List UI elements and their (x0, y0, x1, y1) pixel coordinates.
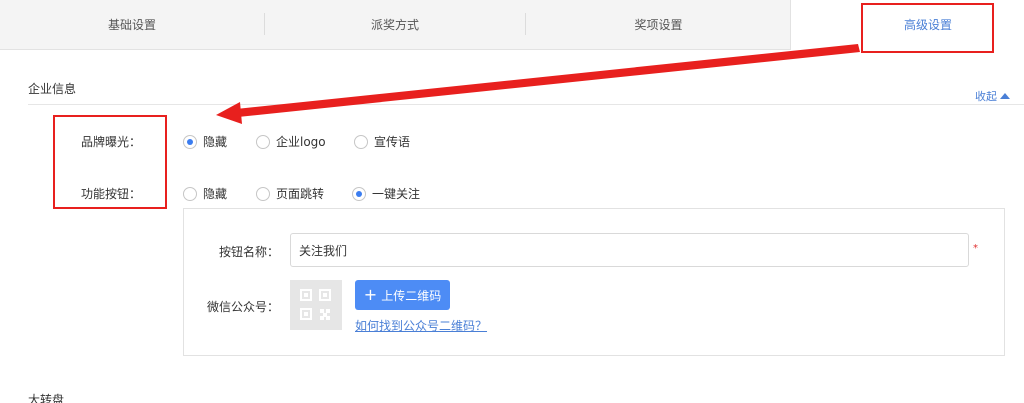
collapse-label: 收起 (975, 90, 997, 103)
radio-label: 隐藏 (203, 135, 228, 149)
upload-qr-label: 上传二维码 (381, 288, 442, 303)
wechat-account-label: 微信公众号： (207, 300, 280, 314)
radio-label: 页面跳转 (276, 187, 325, 201)
function-button-option-hide[interactable]: 隐藏 (183, 185, 227, 202)
collapse-toggle[interactable]: 收起 (975, 88, 1010, 104)
radio-label: 隐藏 (203, 187, 228, 201)
radio-circle (183, 134, 197, 149)
tab-prize-settings[interactable]: 奖项设置 (526, 0, 791, 50)
radio-label: 宣传语 (374, 135, 411, 149)
radio-circle (354, 134, 368, 149)
radio-label: 企业logo (276, 135, 326, 149)
button-name-input[interactable] (290, 233, 969, 267)
annotation-box-advanced-tab (861, 3, 994, 53)
brand-exposure-option-hide[interactable]: 隐藏 (183, 133, 227, 150)
section-divider (28, 104, 1024, 105)
function-button-option-redirect[interactable]: 页面跳转 (256, 185, 324, 202)
caret-up-icon (1000, 93, 1010, 99)
next-section-title: 大转盘 (28, 393, 65, 403)
annotation-box-settings-labels (53, 115, 167, 209)
brand-exposure-option-slogan[interactable]: 宣传语 (354, 133, 410, 150)
qr-code-placeholder (290, 280, 342, 330)
radio-circle (256, 134, 270, 149)
plus-icon: + (363, 285, 378, 304)
radio-circle (183, 186, 197, 201)
required-mark: * (973, 243, 978, 254)
radio-circle (352, 186, 366, 201)
find-qr-help-link[interactable]: 如何找到公众号二维码？ (355, 317, 487, 334)
function-button-option-follow[interactable]: 一键关注 (352, 185, 420, 202)
section-title: 企业信息 (28, 82, 77, 96)
tab-basic-settings[interactable]: 基础设置 (0, 0, 264, 50)
radio-circle (256, 186, 270, 201)
tab-prize-method[interactable]: 派奖方式 (265, 0, 525, 50)
brand-exposure-option-logo[interactable]: 企业logo (256, 133, 326, 150)
radio-label: 一键关注 (372, 187, 421, 201)
qr-code-icon (300, 289, 331, 320)
button-name-label: 按钮名称： (219, 245, 280, 259)
upload-qr-button[interactable]: + 上传二维码 (355, 280, 450, 310)
